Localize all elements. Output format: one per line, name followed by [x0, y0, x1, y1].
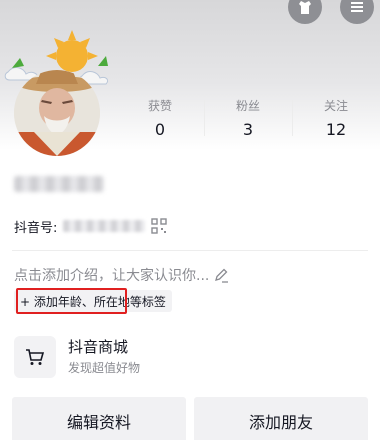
douyin-mall-entry[interactable]: 抖音商城 发现超值好物 [14, 335, 374, 379]
stat-label: 关注 [323, 99, 348, 113]
stat-label: 粉丝 [235, 99, 260, 113]
avatar[interactable] [2, 28, 114, 158]
robe-icon-glyph [299, 1, 311, 14]
profile-action-buttons: 编辑资料 添加朋友 [12, 397, 368, 440]
username-blurred [14, 176, 104, 192]
stat-following[interactable]: 关注 12 [292, 98, 380, 142]
shopping-cart-icon [26, 349, 45, 365]
highlight-annotation-box [16, 288, 127, 314]
stat-followers[interactable]: 粉丝 3 [204, 98, 292, 142]
stat-value: 12 [325, 120, 347, 139]
stat-label: 获赞 [147, 99, 172, 113]
qr-code-icon[interactable] [151, 218, 168, 234]
menu-icon-glyph [351, 2, 363, 12]
shop-title: 抖音商城 [68, 338, 129, 356]
shop-subtitle: 发现超值好物 [68, 361, 141, 375]
shop-texts: 抖音商城 发现超值好物 [68, 337, 140, 377]
section-divider [12, 250, 368, 251]
add-friend-button[interactable]: 添加朋友 [194, 397, 368, 440]
bio-placeholder: 点击添加介绍，让大家认识你... [14, 268, 210, 284]
douyin-id-label: 抖音号: [14, 220, 58, 236]
wizard-avatar-icon [14, 70, 100, 156]
profile-stats: 获赞 0 粉丝 3 关注 12 [116, 98, 380, 142]
bio-intro[interactable]: 点击添加介绍，让大家认识你... [14, 265, 229, 285]
avatar-image [14, 70, 100, 156]
stat-likes[interactable]: 获赞 0 [116, 98, 204, 142]
douyin-id-blurred [63, 220, 146, 232]
edit-profile-button[interactable]: 编辑资料 [12, 397, 186, 440]
douyin-id-row: 抖音号: [14, 217, 168, 236]
shopping-cart-icon-box [14, 336, 56, 378]
stat-value: 3 [242, 120, 254, 139]
stat-value: 0 [154, 120, 166, 139]
pencil-icon [215, 268, 229, 283]
